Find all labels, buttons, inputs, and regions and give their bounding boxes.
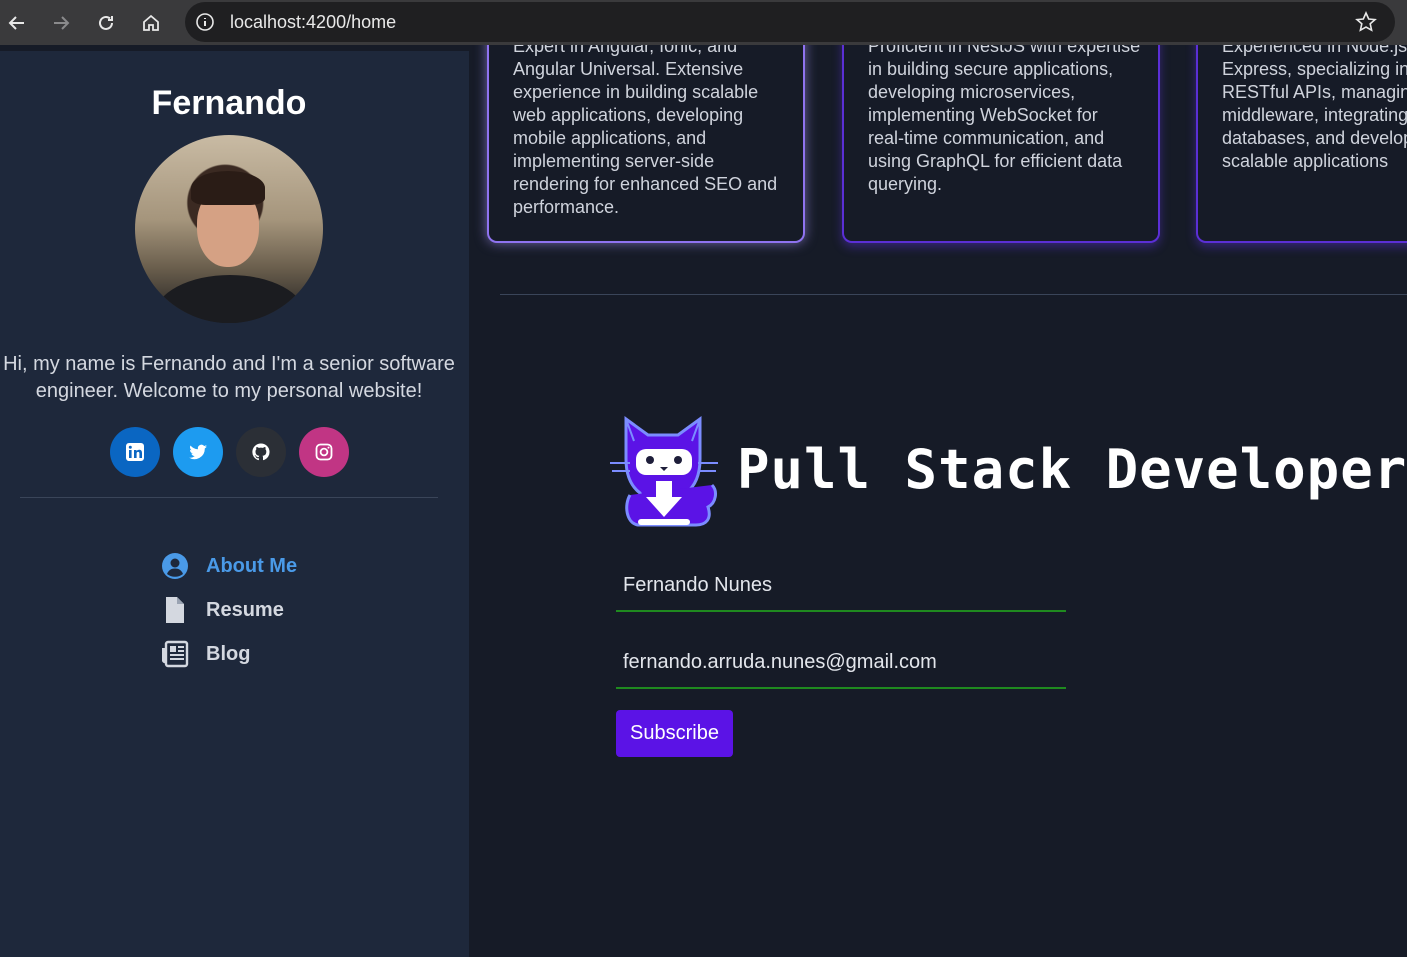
star-icon[interactable] bbox=[1355, 11, 1377, 33]
linkedin-icon bbox=[126, 443, 144, 461]
menu-label-resume[interactable]: Resume bbox=[206, 599, 284, 622]
menu-item-resume[interactable]: Resume bbox=[160, 588, 297, 632]
newspaper-icon bbox=[160, 639, 190, 669]
name-field-wrapper bbox=[616, 560, 1066, 612]
linkedin-link[interactable] bbox=[110, 427, 160, 477]
menu-item-blog[interactable]: Blog bbox=[160, 632, 297, 676]
hero-title: Pull Stack Developer bbox=[737, 438, 1407, 501]
sidebar: Fernando Hi, my name is Fernando and I'm… bbox=[0, 51, 469, 957]
instagram-link[interactable] bbox=[299, 427, 349, 477]
email-input[interactable] bbox=[616, 637, 1066, 687]
url-text[interactable]: localhost:4200/home bbox=[230, 12, 396, 32]
info-icon[interactable] bbox=[195, 12, 215, 32]
social-links bbox=[110, 427, 349, 477]
github-link[interactable] bbox=[236, 427, 286, 477]
skill-card-nodejs: Experienced in Node.js a Express, specia… bbox=[1196, 45, 1407, 243]
arrow-right-icon bbox=[54, 16, 70, 30]
name-input[interactable] bbox=[616, 560, 1066, 610]
menu-label-about-me[interactable]: About Me bbox=[206, 555, 297, 578]
skill-card-nestjs: Proficient in NestJS with expertise in b… bbox=[842, 45, 1160, 243]
avatar bbox=[135, 135, 323, 323]
cat-download-icon bbox=[610, 416, 718, 527]
address-bar[interactable]: localhost:4200/home bbox=[185, 2, 1395, 42]
browser-toolbar: localhost:4200/home bbox=[0, 0, 1407, 45]
menu-label-blog[interactable]: Blog bbox=[206, 643, 250, 666]
home-button[interactable] bbox=[136, 8, 166, 38]
instagram-icon bbox=[315, 443, 333, 461]
skill-card-angular: Expert in Angular, Ionic, and Angular Un… bbox=[487, 45, 805, 243]
github-icon bbox=[252, 443, 270, 461]
sidebar-divider bbox=[20, 497, 438, 498]
skill-card-text: Expert in Angular, Ionic, and Angular Un… bbox=[513, 45, 778, 217]
reload-icon bbox=[99, 15, 113, 30]
profile-name: Fernando bbox=[151, 84, 307, 122]
intro-text: Hi, my name is Fernando and I'm a senior… bbox=[3, 353, 455, 402]
subscribe-button[interactable]: Subscribe bbox=[616, 710, 733, 757]
home-icon bbox=[143, 14, 159, 31]
file-icon bbox=[160, 595, 190, 625]
twitter-icon bbox=[189, 444, 207, 460]
skill-card-text: Experienced in Node.js a Express, specia… bbox=[1222, 45, 1407, 171]
sidebar-menu: About Me Resume Blog bbox=[160, 544, 297, 676]
section-divider bbox=[500, 294, 1407, 295]
arrow-left-icon bbox=[8, 16, 24, 30]
twitter-link[interactable] bbox=[173, 427, 223, 477]
skill-card-text: Proficient in NestJS with expertise in b… bbox=[868, 45, 1141, 194]
reload-button[interactable] bbox=[91, 8, 121, 38]
forward-button[interactable] bbox=[46, 8, 76, 38]
menu-item-about-me[interactable]: About Me bbox=[160, 544, 297, 588]
email-field-wrapper bbox=[616, 637, 1066, 689]
back-button[interactable] bbox=[2, 8, 32, 38]
main-content: Expert in Angular, Ionic, and Angular Un… bbox=[469, 45, 1407, 957]
user-circle-icon bbox=[160, 551, 190, 581]
